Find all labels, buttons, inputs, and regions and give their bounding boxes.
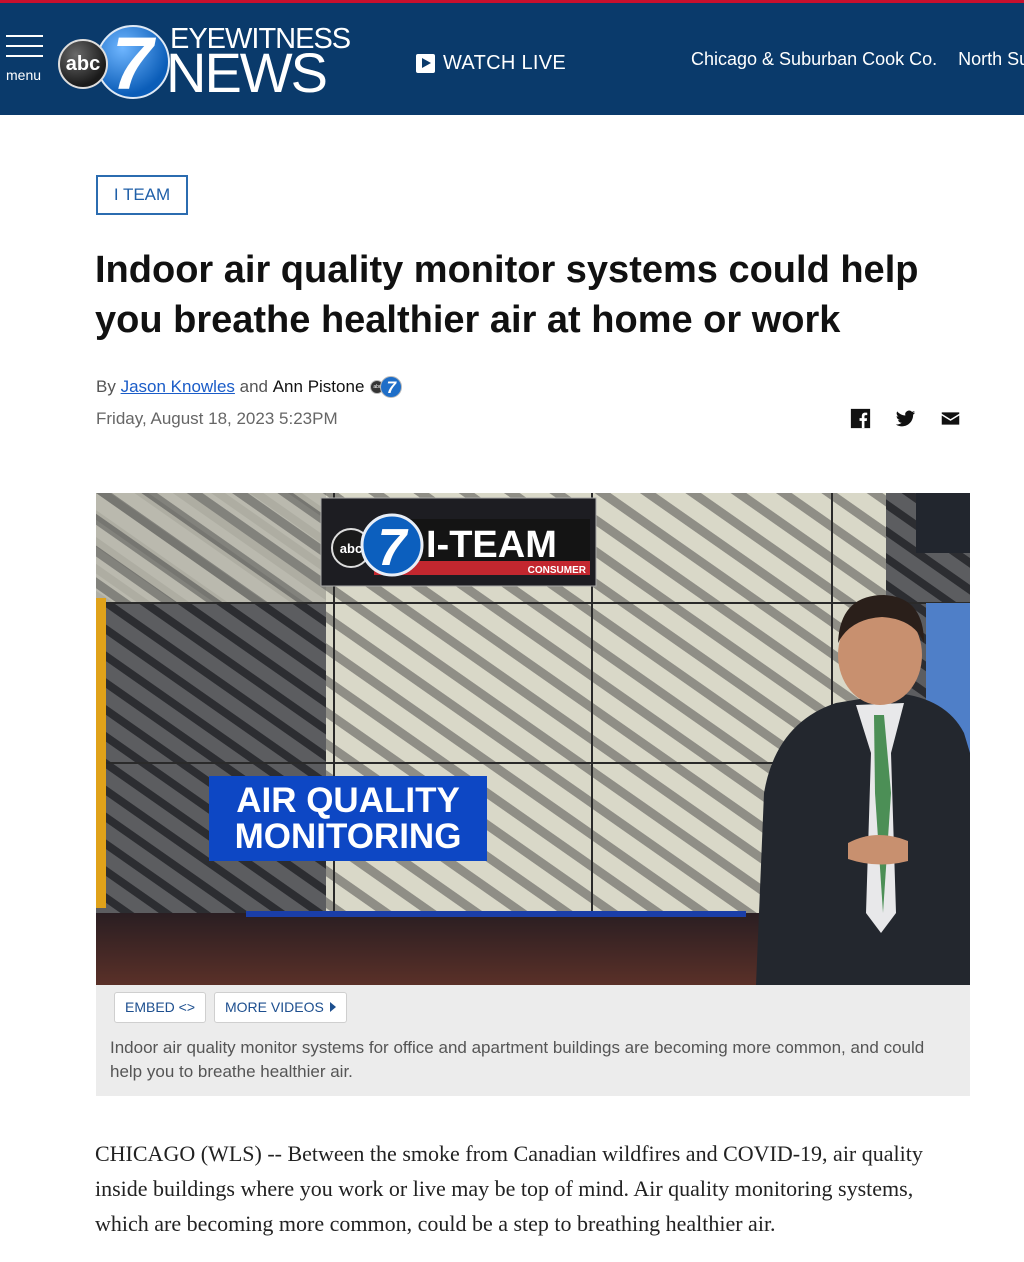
- nav-link-chicago-suburban-cook[interactable]: Chicago & Suburban Cook Co.: [691, 49, 937, 70]
- publish-date: Friday, August 18, 2023 5:23PM: [96, 409, 338, 428]
- watch-live-button[interactable]: WATCH LIVE: [416, 49, 566, 77]
- watch-live-label: WATCH LIVE: [443, 51, 567, 74]
- svg-text:7: 7: [378, 519, 409, 577]
- video-caption: Indoor air quality monitor systems for o…: [110, 1038, 925, 1081]
- abc-ball: abc: [58, 39, 108, 89]
- region-nav: Chicago & Suburban Cook Co. North Sub: [691, 49, 1024, 70]
- video-controls: EMBED <> MORE VIDEOS Indoor air quality …: [96, 985, 970, 1096]
- air-quality-title-graphic: AIR QUALITY MONITORING: [209, 776, 487, 861]
- svg-text:CONSUMER: CONSUMER: [528, 565, 587, 576]
- play-icon: [416, 53, 435, 73]
- menu-label: menu: [6, 67, 42, 83]
- author-ann-pistone: Ann Pistone: [272, 377, 365, 396]
- abc7-badge-icon: abc 7: [370, 376, 403, 398]
- twitter-icon[interactable]: [895, 408, 916, 429]
- abc7-eyewitness-news-logo[interactable]: 7 abc EYEWITNESS NEWS: [58, 17, 351, 105]
- caret-right-icon: [329, 1002, 336, 1012]
- share-bar: [850, 408, 961, 429]
- video-player[interactable]: abc 7 I-TEAM CONSUMER AIR QUALITY MONITO…: [96, 493, 970, 985]
- iteam-graphic: abc 7 I-TEAM CONSUMER: [320, 497, 597, 587]
- nav-link-north-suburbs[interactable]: North Sub: [958, 49, 1024, 70]
- more-videos-button[interactable]: MORE VIDEOS: [214, 992, 347, 1023]
- svg-text:MONITORING: MONITORING: [235, 817, 462, 856]
- facebook-icon[interactable]: [850, 408, 871, 429]
- svg-text:AIR QUALITY: AIR QUALITY: [236, 781, 460, 820]
- category-tag[interactable]: I TEAM: [96, 175, 188, 215]
- author-link-jason-knowles[interactable]: Jason Knowles: [121, 377, 235, 397]
- article-paragraph: CHICAGO (WLS) -- Between the smoke from …: [95, 1141, 923, 1236]
- byline-by: By: [96, 377, 121, 396]
- hamburger-icon: [6, 35, 43, 37]
- video-thumbnail: abc 7 I-TEAM CONSUMER AIR QUALITY MONITO…: [96, 493, 970, 985]
- email-icon[interactable]: [940, 408, 961, 429]
- svg-text:abc: abc: [340, 541, 362, 556]
- menu-button[interactable]: menu: [4, 33, 44, 85]
- site-header: menu 7 abc EYEWITNESS NEWS WATCH LIVE Ch…: [0, 0, 1024, 115]
- article-headline: Indoor air quality monitor systems could…: [95, 249, 919, 341]
- svg-text:I-TEAM: I-TEAM: [426, 524, 557, 566]
- embed-button[interactable]: EMBED <>: [114, 992, 207, 1023]
- logo-news-text: NEWS: [166, 41, 328, 104]
- byline: By Jason Knowles and Ann Pistone abc 7: [96, 376, 403, 398]
- byline-and: and: [234, 377, 273, 396]
